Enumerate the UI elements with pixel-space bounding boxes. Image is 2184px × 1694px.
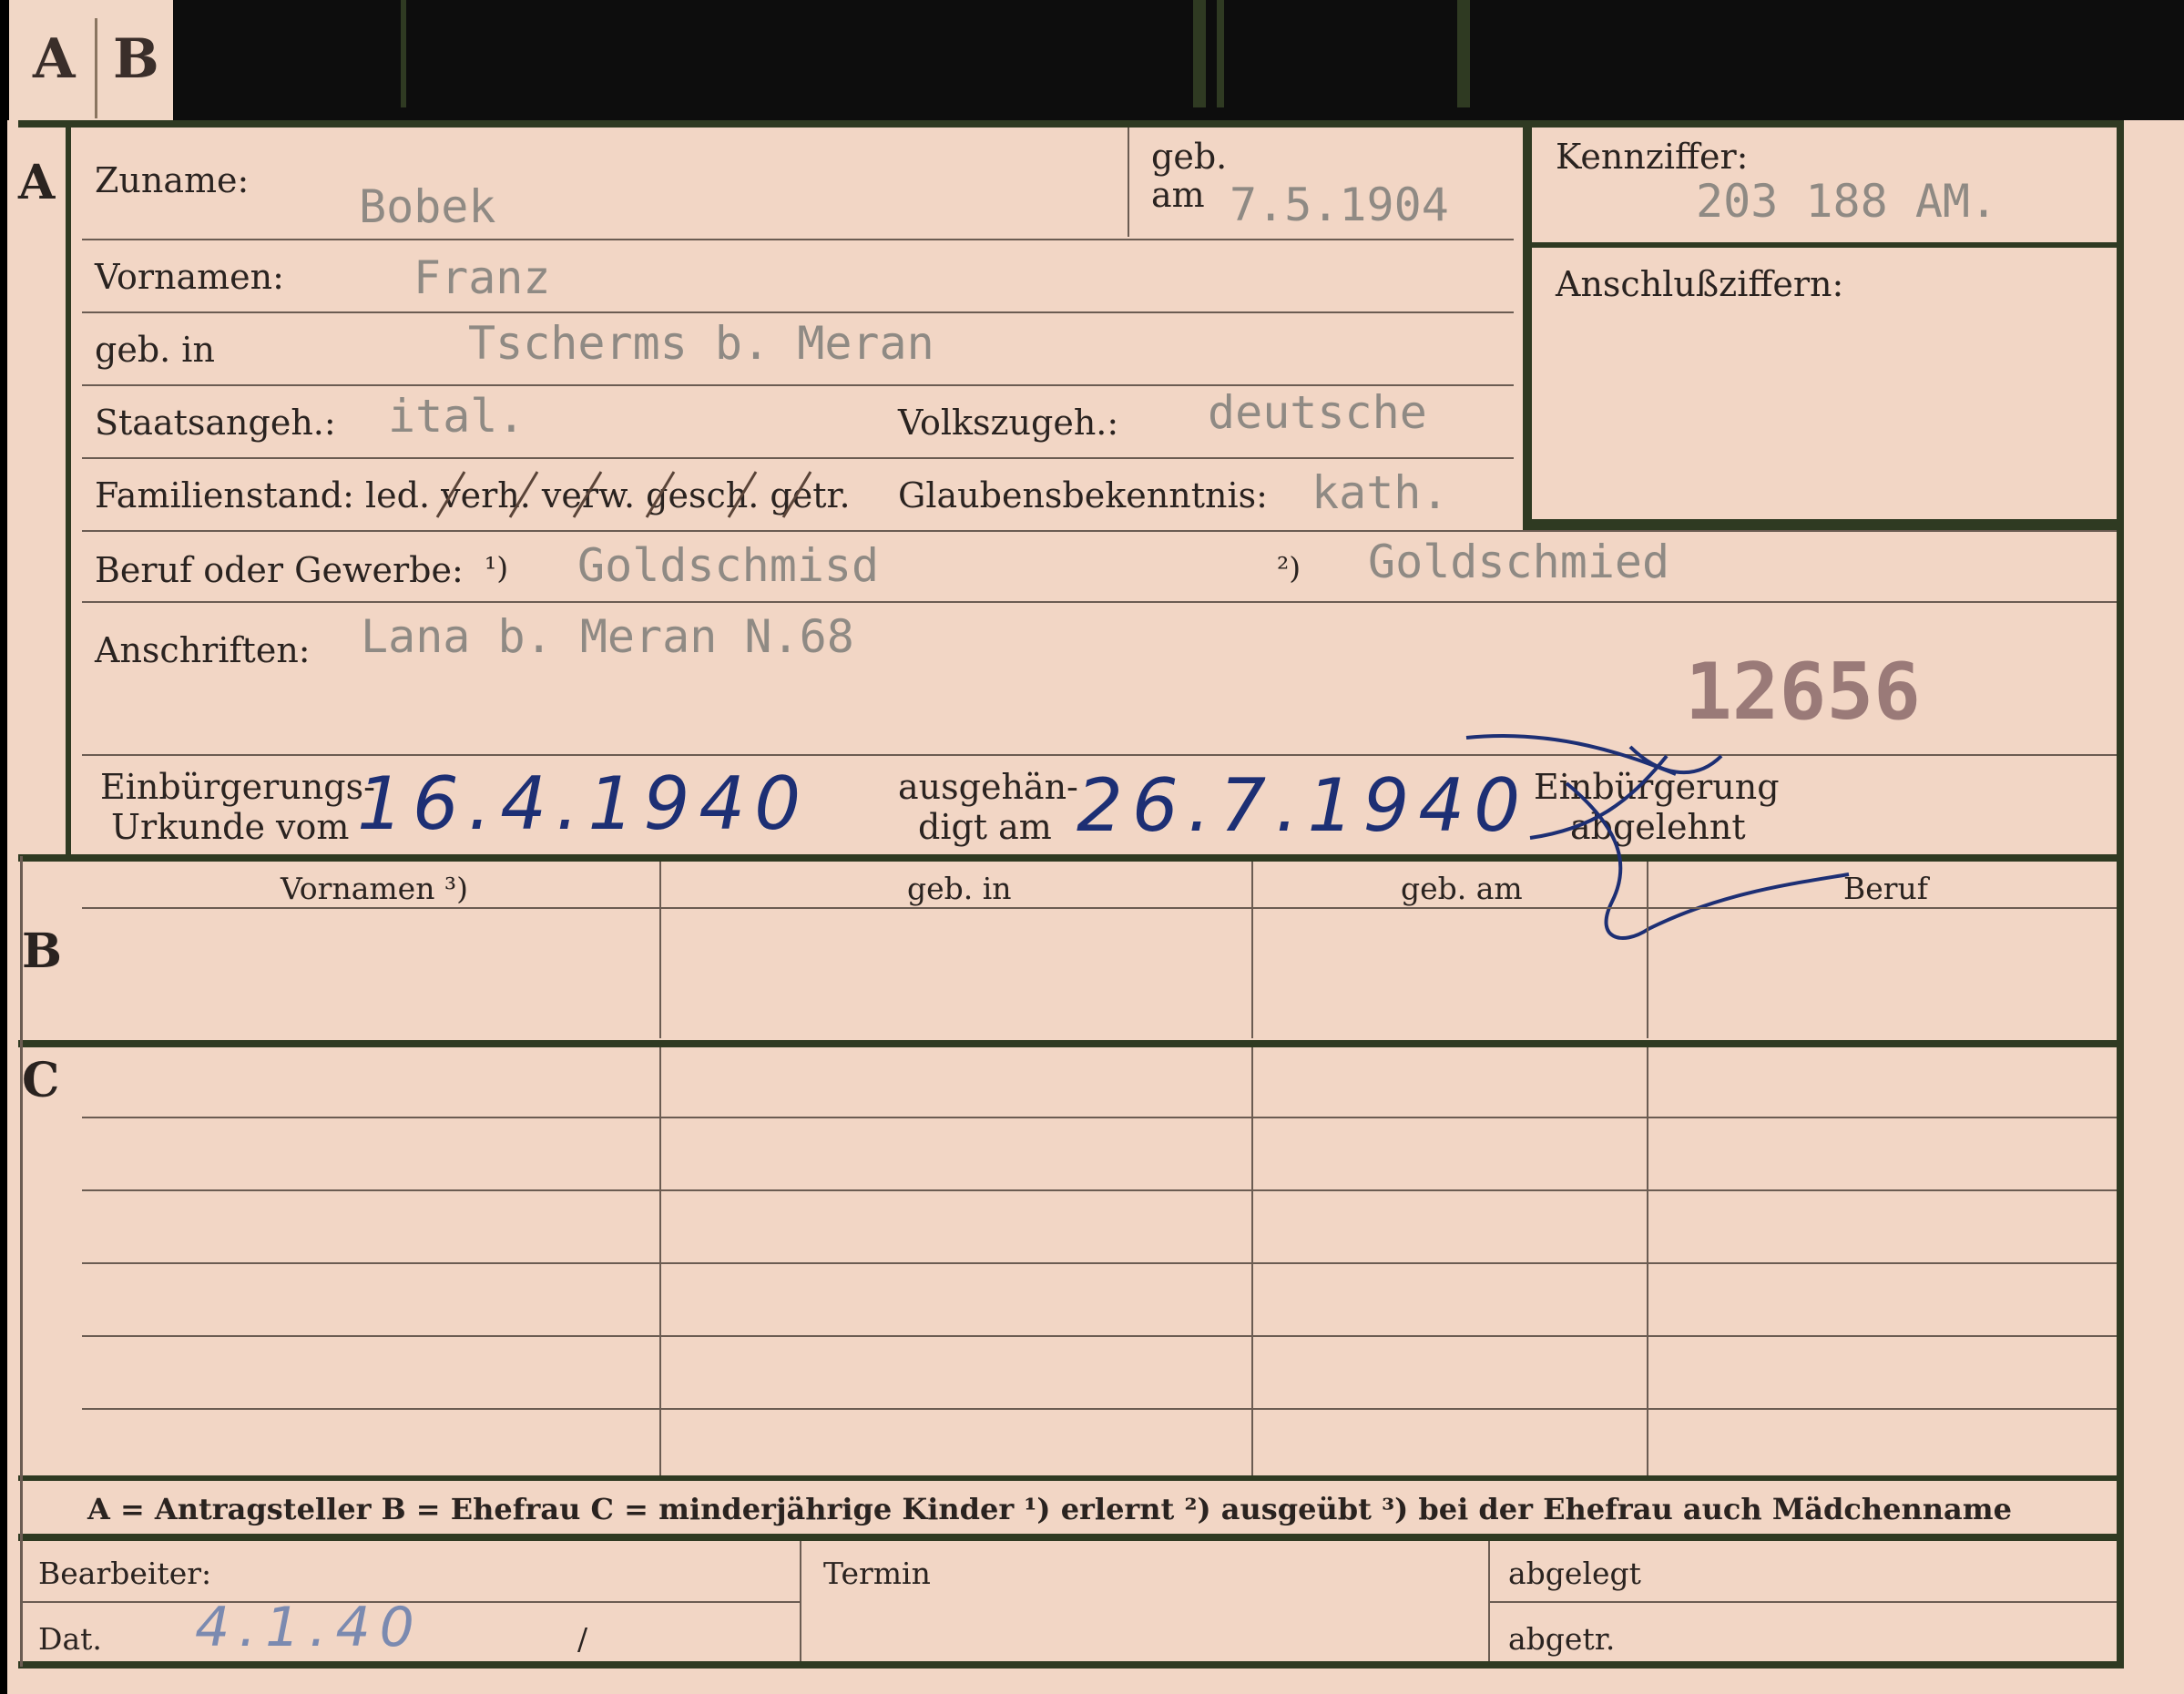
- handwritten-cross-mark: [1465, 734, 1850, 940]
- col-line: [659, 862, 661, 1038]
- beruf-ref2: ²): [1277, 550, 1301, 586]
- digt-am-label: digt am: [918, 807, 1052, 847]
- section-b-marker: B: [22, 924, 62, 979]
- col-line: [1647, 1047, 1648, 1475]
- tab-a[interactable]: A: [33, 27, 76, 91]
- familienstand-strikeout: [435, 471, 812, 518]
- col-header-geb-am: geb. am: [1401, 871, 1523, 906]
- tab-b[interactable]: B: [113, 27, 159, 91]
- anschriften-value: Lana b. Meran N.68: [361, 610, 854, 663]
- row-line: [82, 1335, 2117, 1337]
- urkunde-vom-handwritten: 16.4.1940: [357, 761, 811, 846]
- geb-am-value: 7.5.1904: [1230, 179, 1449, 231]
- row-line: [82, 1189, 2117, 1191]
- col-header-vornamen: Vornamen ³): [281, 871, 469, 906]
- row-line: [82, 530, 2117, 532]
- bearbeiter-label: Bearbeiter:: [38, 1556, 212, 1591]
- volkszugeh-label: Volkszugeh.:: [898, 403, 1119, 443]
- row-line: [82, 457, 1514, 459]
- beruf-ausgeuebt-value: Goldschmied: [1368, 536, 1670, 588]
- abgelegt-label: abgelegt: [1508, 1556, 1641, 1591]
- glaubensbekenntnis-label: Glaubensbekenntnis:: [898, 475, 1268, 515]
- kenn-box-bottom: [1523, 519, 2117, 530]
- frame-left-a: [66, 120, 71, 856]
- einbuergerungs-label: Einbürgerungs-: [100, 767, 375, 807]
- divider-b-c: [18, 1040, 2124, 1047]
- volkszugeh-value: deutsche: [1208, 386, 1427, 439]
- row-line: [82, 1117, 2117, 1118]
- am-label: am: [1151, 175, 1205, 215]
- col-header-geb-in: geb. in: [907, 871, 1012, 906]
- tab-divider: [95, 18, 97, 118]
- zuname-value: Bobek: [359, 180, 496, 233]
- footer-col-line: [800, 1541, 801, 1661]
- row-line: [82, 1408, 2117, 1410]
- vornamen-value: Franz: [413, 251, 551, 304]
- col-line: [1251, 1047, 1253, 1475]
- anschlussziffern-label: Anschlußziffern:: [1556, 264, 1844, 304]
- divider-c-legend: [18, 1475, 2124, 1481]
- col-line: [1647, 862, 1648, 1038]
- card-top-edge: [173, 0, 2184, 120]
- geb-am-divider: [1128, 128, 1129, 237]
- geb-in-label: geb. in: [95, 330, 215, 370]
- divider-legend-footer: [18, 1534, 2124, 1541]
- beruf-erlernt-value: Goldschmisd: [577, 539, 880, 592]
- zuname-label: Zuname:: [95, 160, 250, 200]
- section-a-marker: A: [18, 155, 56, 210]
- col-line: [1251, 862, 1253, 1038]
- row-line: [82, 907, 2117, 909]
- kenn-box-divider: [1523, 242, 2117, 248]
- dat-handwritten: 4.1.40: [195, 1596, 424, 1659]
- row-line: [82, 601, 2117, 603]
- frame-bottom: [18, 1661, 2124, 1668]
- row-line: [82, 1262, 2117, 1264]
- beruf-label: Beruf oder Gewerbe:: [95, 550, 464, 590]
- edge-stripe: [401, 0, 406, 107]
- geb-label: geb.: [1151, 137, 1228, 177]
- frame-right: [2117, 120, 2124, 1668]
- dat-slash: /: [577, 1621, 588, 1657]
- edge-stripe: [1217, 0, 1224, 107]
- geb-in-value: Tscherms b. Meran: [468, 317, 934, 370]
- footer-row-line: [1488, 1601, 2117, 1603]
- row-line: [82, 311, 1514, 313]
- col-line: [659, 1047, 661, 1475]
- urkunde-vom-label: Urkunde vom: [111, 807, 350, 847]
- staatsangeh-value: ital.: [388, 390, 526, 443]
- ausgehaendigt-label: ausgehän-: [898, 767, 1078, 807]
- anschriften-label: Anschriften:: [95, 630, 311, 670]
- kenn-box-left: [1523, 120, 1532, 528]
- beruf-ref1: ¹): [485, 550, 509, 586]
- glaubensbekenntnis-value: kath.: [1311, 466, 1449, 519]
- vornamen-label: Vornamen:: [95, 257, 284, 297]
- section-c-marker: C: [22, 1053, 60, 1108]
- legend-text: A = Antragsteller B = Ehefrau C = minder…: [87, 1492, 2012, 1526]
- kennziffer-label: Kennziffer:: [1556, 137, 1749, 177]
- col-header-beruf: Beruf: [1843, 871, 1929, 906]
- kennziffer-value: 203 188 AM.: [1696, 175, 1998, 228]
- dat-label: Dat.: [38, 1621, 102, 1657]
- termin-label: Termin: [823, 1556, 931, 1591]
- edge-stripe: [1193, 0, 1206, 107]
- row-line: [82, 239, 1514, 240]
- frame-top: [18, 120, 2124, 128]
- abgetr-label: abgetr.: [1508, 1621, 1616, 1657]
- staatsangeh-label: Staatsangeh.:: [95, 403, 336, 443]
- edge-stripe: [1457, 0, 1470, 107]
